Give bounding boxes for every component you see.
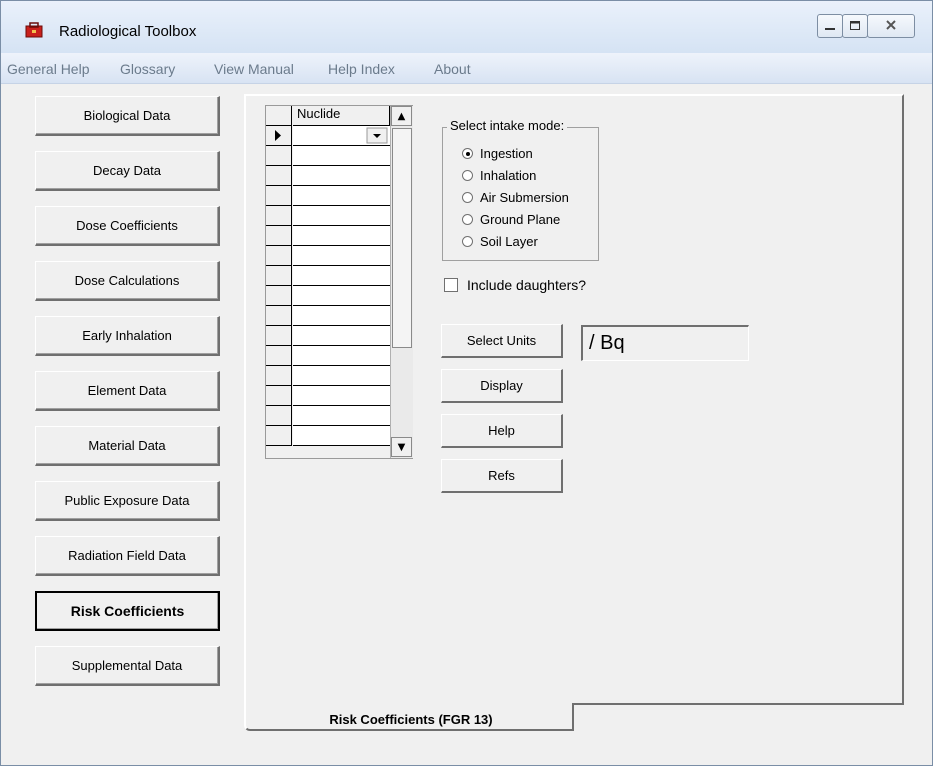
- display-button[interactable]: Display: [441, 369, 563, 403]
- nuclide-cell[interactable]: [293, 386, 390, 406]
- title-bar[interactable]: Radiological Toolbox: [1, 1, 932, 53]
- nuclide-cell[interactable]: [293, 306, 390, 326]
- radio-selected-icon: [462, 147, 473, 159]
- refs-button[interactable]: Refs: [441, 459, 563, 493]
- radio-label: Ingestion: [480, 145, 533, 161]
- nuclide-cell[interactable]: [293, 166, 390, 186]
- nuclide-cell[interactable]: [293, 426, 390, 446]
- nuclide-grid[interactable]: Nuclide ▲ ▼: [265, 105, 413, 459]
- row-selector[interactable]: [266, 326, 292, 346]
- minimize-button[interactable]: [817, 14, 843, 38]
- nav-decay-data-button[interactable]: Decay Data: [35, 151, 220, 191]
- radio-label: Air Submersion: [480, 189, 569, 205]
- scroll-thumb[interactable]: [392, 128, 412, 348]
- window-title: Radiological Toolbox: [59, 23, 197, 40]
- radio-ingestion[interactable]: Ingestion: [462, 144, 533, 162]
- row-selector[interactable]: [266, 146, 292, 166]
- radio-icon: [462, 235, 473, 247]
- nuclide-cell[interactable]: [293, 266, 390, 286]
- radio-icon: [462, 169, 473, 181]
- row-selector[interactable]: [266, 346, 292, 366]
- nuclide-column-header: Nuclide: [293, 106, 390, 126]
- nuclide-cell[interactable]: [293, 246, 390, 266]
- radio-inhalation[interactable]: Inhalation: [462, 166, 536, 184]
- radio-label: Soil Layer: [480, 233, 538, 249]
- nav-material-data-button[interactable]: Material Data: [35, 426, 220, 466]
- row-selector[interactable]: [266, 406, 292, 426]
- nuclide-cell[interactable]: [293, 206, 390, 226]
- menu-general-help[interactable]: General Help: [7, 61, 90, 77]
- radio-icon: [462, 191, 473, 203]
- tab-risk-coefficients[interactable]: Risk Coefficients (FGR 13): [244, 703, 574, 731]
- nav-public-exposure-data-button[interactable]: Public Exposure Data: [35, 481, 220, 521]
- nav-dose-calculations-button[interactable]: Dose Calculations: [35, 261, 220, 301]
- nuclide-cell[interactable]: [293, 346, 390, 366]
- radio-icon: [462, 213, 473, 225]
- nav-radiation-field-data-button[interactable]: Radiation Field Data: [35, 536, 220, 576]
- intake-mode-title: Select intake mode:: [447, 118, 568, 133]
- radio-ground-plane[interactable]: Ground Plane: [462, 210, 560, 228]
- menu-about[interactable]: About: [434, 61, 471, 77]
- tab-label: Risk Coefficients (FGR 13): [329, 712, 493, 727]
- app-window: Radiological Toolbox General Help Glossa…: [0, 0, 933, 766]
- restore-icon: [850, 21, 860, 30]
- close-icon: [886, 20, 896, 30]
- menu-bar: General Help Glossary View Manual Help I…: [1, 53, 932, 84]
- scroll-down-arrow[interactable]: ▼: [391, 437, 412, 457]
- nav-early-inhalation-button[interactable]: Early Inhalation: [35, 316, 220, 356]
- nuclide-cell[interactable]: [293, 406, 390, 426]
- include-daughters-checkbox[interactable]: Include daughters?: [444, 277, 586, 293]
- nuclide-cell[interactable]: [293, 126, 390, 146]
- toolbox-icon: [25, 22, 43, 38]
- nuclide-cell[interactable]: [293, 366, 390, 386]
- nav-biological-data-button[interactable]: Biological Data: [35, 96, 220, 136]
- grid-corner: [266, 106, 292, 126]
- row-selector[interactable]: [266, 246, 292, 266]
- grid-scrollbar[interactable]: ▲ ▼: [390, 106, 413, 458]
- units-display-field: / Bq: [581, 325, 749, 361]
- nuclide-cell[interactable]: [293, 186, 390, 206]
- menu-glossary[interactable]: Glossary: [120, 61, 175, 77]
- menu-view-manual[interactable]: View Manual: [214, 61, 294, 77]
- row-selector[interactable]: [266, 266, 292, 286]
- minimize-icon: [825, 28, 835, 30]
- row-selector[interactable]: [266, 226, 292, 246]
- nav-dose-coefficients-button[interactable]: Dose Coefficients: [35, 206, 220, 246]
- nav-supplemental-data-button[interactable]: Supplemental Data: [35, 646, 220, 686]
- select-units-button[interactable]: Select Units: [441, 324, 563, 358]
- nav-element-data-button[interactable]: Element Data: [35, 371, 220, 411]
- include-daughters-label: Include daughters?: [467, 277, 587, 293]
- help-button[interactable]: Help: [441, 414, 563, 448]
- row-selector[interactable]: [266, 166, 292, 186]
- row-pointer-icon: [275, 130, 281, 141]
- nuclide-cell[interactable]: [293, 146, 390, 166]
- radio-air-submersion[interactable]: Air Submersion: [462, 188, 569, 206]
- nuclide-cell[interactable]: [293, 286, 390, 306]
- radio-soil-layer[interactable]: Soil Layer: [462, 232, 538, 250]
- row-selector[interactable]: [266, 306, 292, 326]
- current-row-indicator[interactable]: [266, 126, 292, 146]
- row-selector[interactable]: [266, 206, 292, 226]
- nav-risk-coefficients-button[interactable]: Risk Coefficients: [35, 591, 220, 631]
- checkbox-icon: [444, 278, 458, 292]
- close-button[interactable]: [867, 14, 915, 38]
- row-selector[interactable]: [266, 286, 292, 306]
- row-selector[interactable]: [266, 186, 292, 206]
- nuclide-cell[interactable]: [293, 226, 390, 246]
- row-selector[interactable]: [266, 386, 292, 406]
- radio-label: Inhalation: [480, 167, 537, 183]
- menu-help-index[interactable]: Help Index: [328, 61, 395, 77]
- nuclide-cell[interactable]: [293, 326, 390, 346]
- row-selector[interactable]: [266, 426, 292, 446]
- radio-label: Ground Plane: [480, 211, 561, 227]
- scroll-up-arrow[interactable]: ▲: [391, 106, 412, 126]
- row-selector[interactable]: [266, 366, 292, 386]
- nuclide-dropdown-icon[interactable]: [293, 126, 389, 145]
- maximize-button[interactable]: [842, 14, 868, 38]
